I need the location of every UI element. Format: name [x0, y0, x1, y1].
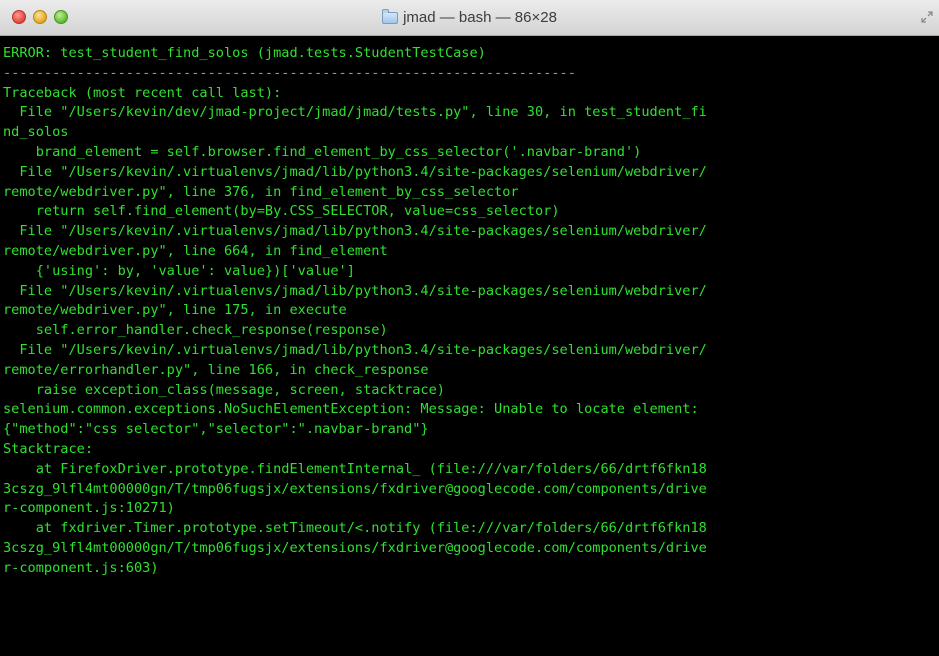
- folder-icon: [382, 9, 399, 24]
- terminal-line: remote/webdriver.py", line 664, in find_…: [3, 242, 388, 259]
- window-title-container: jmad — bash — 86×28: [0, 0, 939, 35]
- terminal-line: raise exception_class(message, screen, s…: [3, 381, 445, 398]
- window-title: jmad — bash — 86×28: [403, 9, 557, 26]
- title-bar[interactable]: jmad — bash — 86×28: [0, 0, 939, 36]
- terminal-line: at fxdriver.Timer.prototype.setTimeout/<…: [3, 520, 707, 537]
- terminal-line: at FirefoxDriver.prototype.findElementIn…: [3, 460, 707, 477]
- terminal-line: r-component.js:10271): [3, 500, 175, 517]
- terminal-line: remote/errorhandler.py", line 166, in ch…: [3, 361, 429, 378]
- terminal-line: remote/webdriver.py", line 175, in execu…: [3, 302, 347, 319]
- terminal-line: return self.find_element(by=By.CSS_SELEC…: [3, 203, 560, 220]
- terminal-output[interactable]: ERROR: test_student_find_solos (jmad.tes…: [0, 36, 939, 656]
- terminal-line: ERROR: test_student_find_solos (jmad.tes…: [3, 45, 486, 61]
- terminal-line: 3cszg_9lfl4mt00000gn/T/tmp06fugsjx/exten…: [3, 480, 707, 497]
- terminal-line: File "/Users/kevin/dev/jmad-project/jmad…: [3, 104, 707, 121]
- terminal-line: {"method":"css selector","selector":".na…: [3, 421, 429, 438]
- terminal-line: {'using': by, 'value': value})['value']: [3, 262, 355, 279]
- terminal-line: remote/webdriver.py", line 376, in find_…: [3, 183, 519, 200]
- terminal-line: r-component.js:603): [3, 559, 159, 576]
- terminal-line: File "/Users/kevin/.virtualenvs/jmad/lib…: [3, 282, 707, 299]
- terminal-line: brand_element = self.browser.find_elemen…: [3, 143, 642, 160]
- terminal-line: self.error_handler.check_response(respon…: [3, 322, 388, 339]
- terminal-line: File "/Users/kevin/.virtualenvs/jmad/lib…: [3, 223, 707, 240]
- terminal-line: ----------------------------------------…: [3, 64, 576, 81]
- terminal-line: selenium.common.exceptions.NoSuchElement…: [3, 401, 699, 418]
- terminal-line: Traceback (most recent call last):: [3, 84, 282, 101]
- terminal-line: File "/Users/kevin/.virtualenvs/jmad/lib…: [3, 341, 707, 358]
- terminal-line: Stacktrace:: [3, 440, 94, 457]
- terminal-window: jmad — bash — 86×28 ERROR: test_student_…: [0, 0, 939, 656]
- terminal-line: 3cszg_9lfl4mt00000gn/T/tmp06fugsjx/exten…: [3, 539, 707, 556]
- fullscreen-icon[interactable]: [921, 11, 933, 23]
- terminal-line: File "/Users/kevin/.virtualenvs/jmad/lib…: [3, 163, 707, 180]
- terminal-line: nd_solos: [3, 124, 69, 141]
